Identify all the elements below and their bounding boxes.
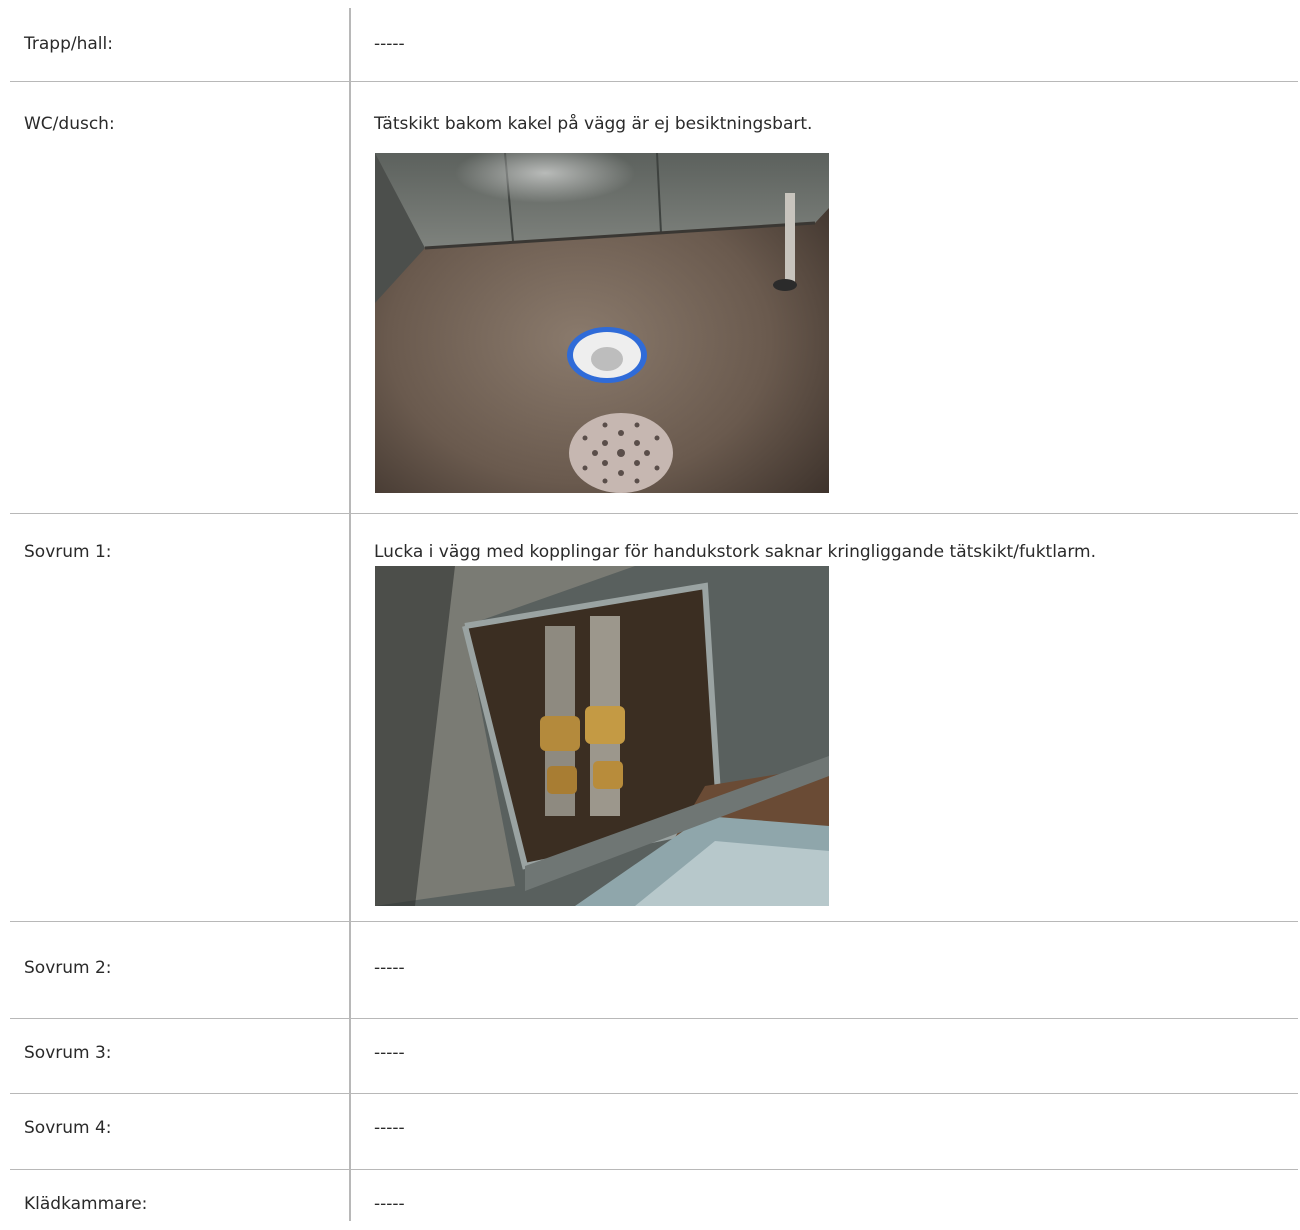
row-value: ----- <box>374 1118 405 1138</box>
wall-hatch-photo <box>375 566 829 906</box>
table-row-wc-dusch: WC/dusch: Tätskikt bakom kakel på vägg ä… <box>10 82 1298 514</box>
table-row-sovrum-2: Sovrum 2: ----- <box>10 922 1298 1019</box>
inspection-table: Trapp/hall: ----- WC/dusch: Tätskikt bak… <box>10 8 1298 1230</box>
row-label: Sovrum 3: <box>24 1043 112 1063</box>
row-value: ----- <box>374 1043 405 1063</box>
row-value: ----- <box>374 958 405 978</box>
row-value: ----- <box>374 34 405 54</box>
row-label: Klädkammare: <box>24 1194 148 1214</box>
table-row-trapp-hall: Trapp/hall: ----- <box>10 8 1298 82</box>
row-label: Sovrum 4: <box>24 1118 112 1138</box>
row-label: Trapp/hall: <box>24 34 113 54</box>
row-value: Lucka i vägg med kopplingar för handukst… <box>374 542 1097 562</box>
table-row-sovrum-4: Sovrum 4: ----- <box>10 1094 1298 1170</box>
table-row-sovrum-1: Sovrum 1: Lucka i vägg med kopplingar fö… <box>10 514 1298 922</box>
table-row-sovrum-3: Sovrum 3: ----- <box>10 1019 1298 1094</box>
row-label: Sovrum 2: <box>24 958 112 978</box>
row-value: Tätskikt bakom kakel på vägg är ej besik… <box>374 114 813 134</box>
row-value: ----- <box>374 1194 405 1214</box>
row-label: Sovrum 1: <box>24 542 112 562</box>
table-row-kladkammare: Klädkammare: ----- <box>10 1170 1298 1230</box>
row-label: WC/dusch: <box>24 114 115 134</box>
shower-drain-photo <box>375 153 829 493</box>
